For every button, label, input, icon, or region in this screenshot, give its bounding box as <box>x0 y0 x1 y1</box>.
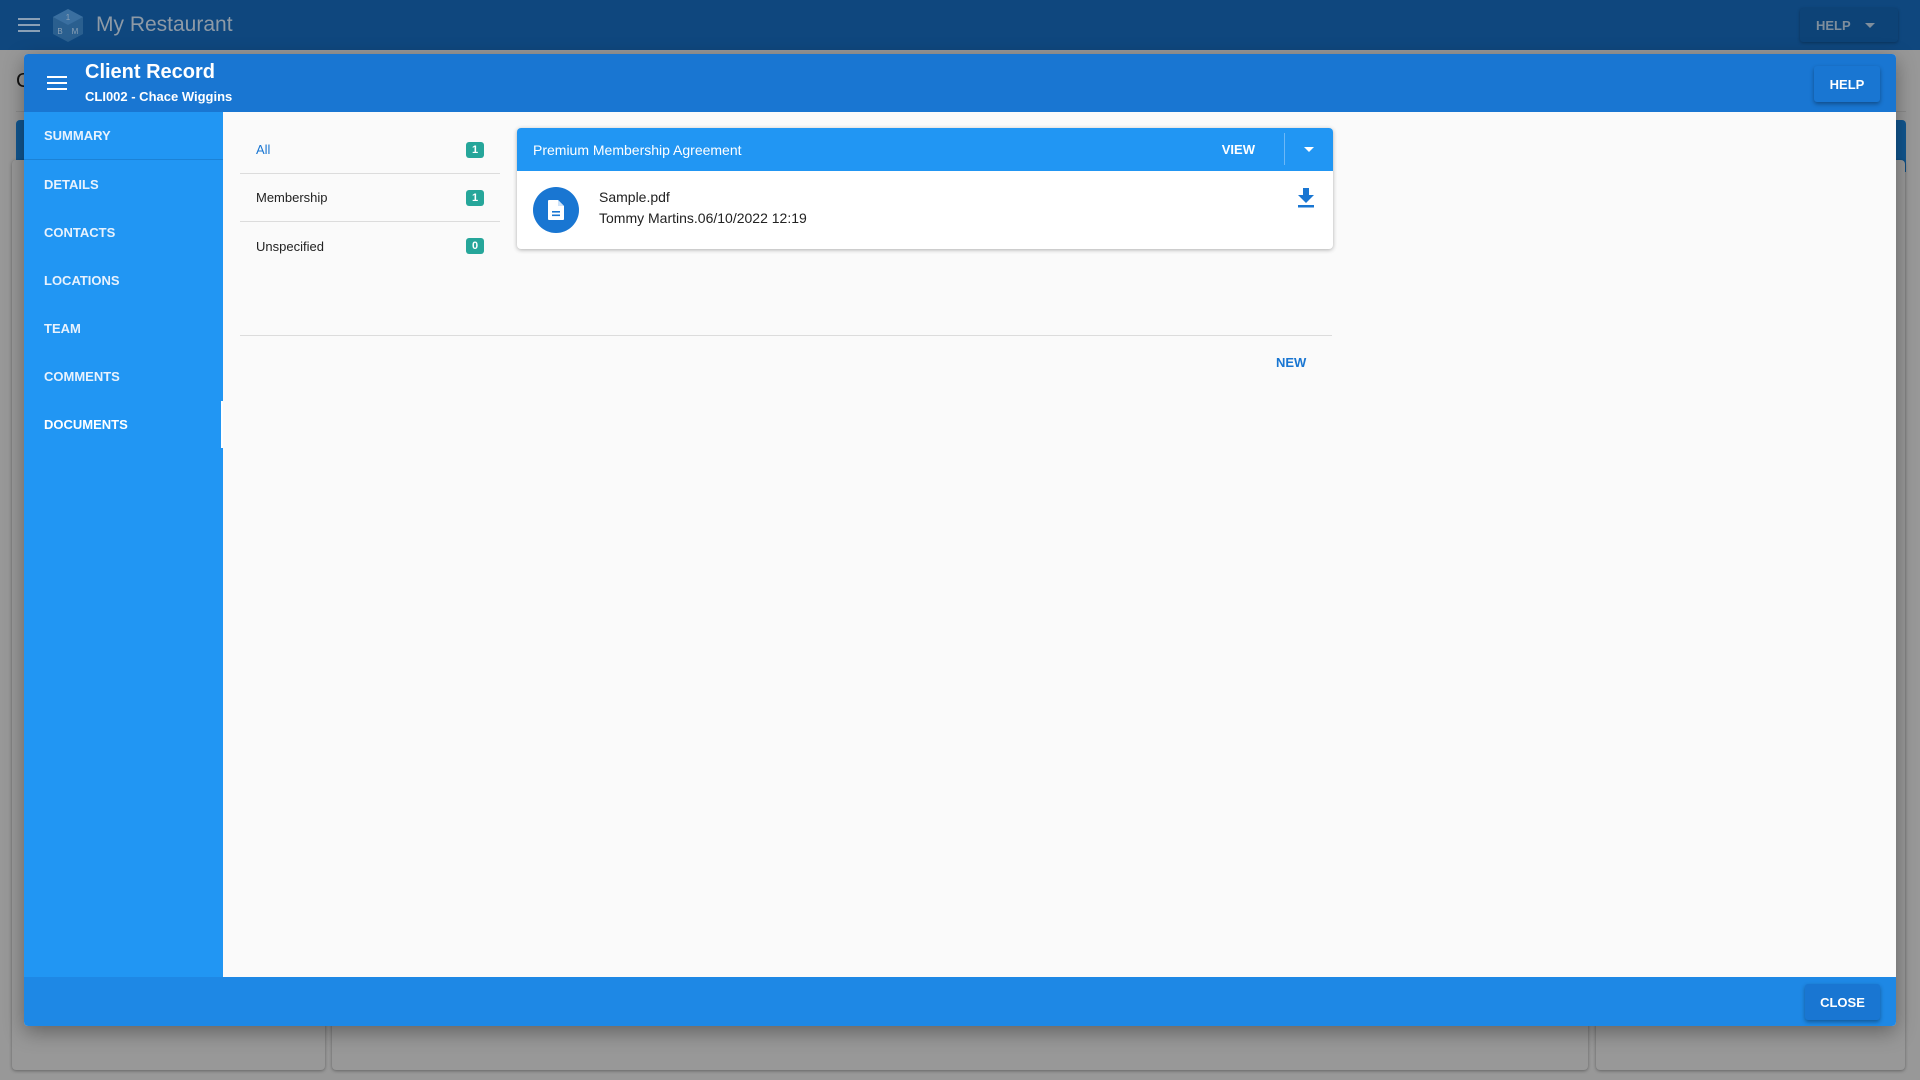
dialog-title: Client Record <box>85 61 216 83</box>
close-button[interactable]: CLOSE <box>1805 984 1880 1020</box>
dialog-subtitle: CLI002 - Chace Wiggins <box>85 89 233 104</box>
sidebar-item-details[interactable]: DETAILS <box>24 160 223 208</box>
filter-label: Unspecified <box>256 238 324 254</box>
dialog-footer: CLOSE <box>24 977 1896 1026</box>
document-title: Premium Membership Agreement <box>533 141 742 158</box>
filter-membership[interactable]: Membership 1 <box>240 174 500 222</box>
document-item: Sample.pdf Tommy Martins.06/10/2022 12:1… <box>517 171 1333 249</box>
new-document-button[interactable]: NEW <box>1268 349 1314 376</box>
sidebar-item-summary[interactable]: SUMMARY <box>24 112 223 160</box>
file-meta: Tommy Martins.06/10/2022 12:19 <box>599 210 807 226</box>
logo-letter: 1 <box>66 13 71 22</box>
logo-letter: B <box>57 27 62 36</box>
sidebar: SUMMARY DETAILS CONTACTS LOCATIONS TEAM … <box>24 112 223 977</box>
sidebar-item-documents[interactable]: DOCUMENTS <box>24 400 223 448</box>
download-icon[interactable] <box>1297 188 1315 208</box>
dialog-header: Client Record CLI002 - Chace Wiggins HEL… <box>24 54 1896 112</box>
document-card-header: Premium Membership Agreement VIEW <box>517 128 1333 171</box>
section-divider <box>240 335 1332 336</box>
count-badge: 1 <box>466 141 484 158</box>
caret-down-icon <box>1304 147 1314 152</box>
caret-down-icon <box>1864 22 1875 28</box>
sidebar-item-comments[interactable]: COMMENTS <box>24 352 223 400</box>
count-badge: 1 <box>466 189 484 206</box>
app-title: My Restaurant <box>96 13 233 36</box>
sidebar-item-team[interactable]: TEAM <box>24 304 223 352</box>
document-filter-list: All 1 Membership 1 Unspecified 0 <box>240 126 500 270</box>
app-help-button[interactable]: HELP <box>1800 8 1898 42</box>
view-button[interactable]: VIEW <box>1208 128 1269 171</box>
count-badge: 0 <box>466 238 484 254</box>
app-menu-icon[interactable] <box>18 18 40 32</box>
logo-letter: M <box>72 27 79 36</box>
file-name-link[interactable]: Sample.pdf <box>599 189 670 205</box>
app-bar: 1 B M My Restaurant HELP <box>0 0 1920 50</box>
client-record-dialog: Client Record CLI002 - Chace Wiggins HEL… <box>24 54 1896 1026</box>
help-button[interactable]: HELP <box>1814 66 1880 102</box>
documents-panel: All 1 Membership 1 Unspecified 0 Premium… <box>223 112 1896 977</box>
logo-cube-icon: 1 B M <box>50 7 86 43</box>
document-card: Premium Membership Agreement VIEW Sample… <box>517 128 1333 249</box>
sidebar-item-contacts[interactable]: CONTACTS <box>24 208 223 256</box>
filter-unspecified[interactable]: Unspecified 0 <box>240 222 500 270</box>
file-document-icon <box>533 187 579 233</box>
filter-label: Membership <box>256 190 328 205</box>
filter-label: All <box>256 142 271 157</box>
sidebar-item-locations[interactable]: LOCATIONS <box>24 256 223 304</box>
menu-icon[interactable] <box>47 76 67 90</box>
app-help-label: HELP <box>1816 17 1851 33</box>
more-options-button[interactable] <box>1285 128 1333 171</box>
filter-all[interactable]: All 1 <box>240 126 500 174</box>
